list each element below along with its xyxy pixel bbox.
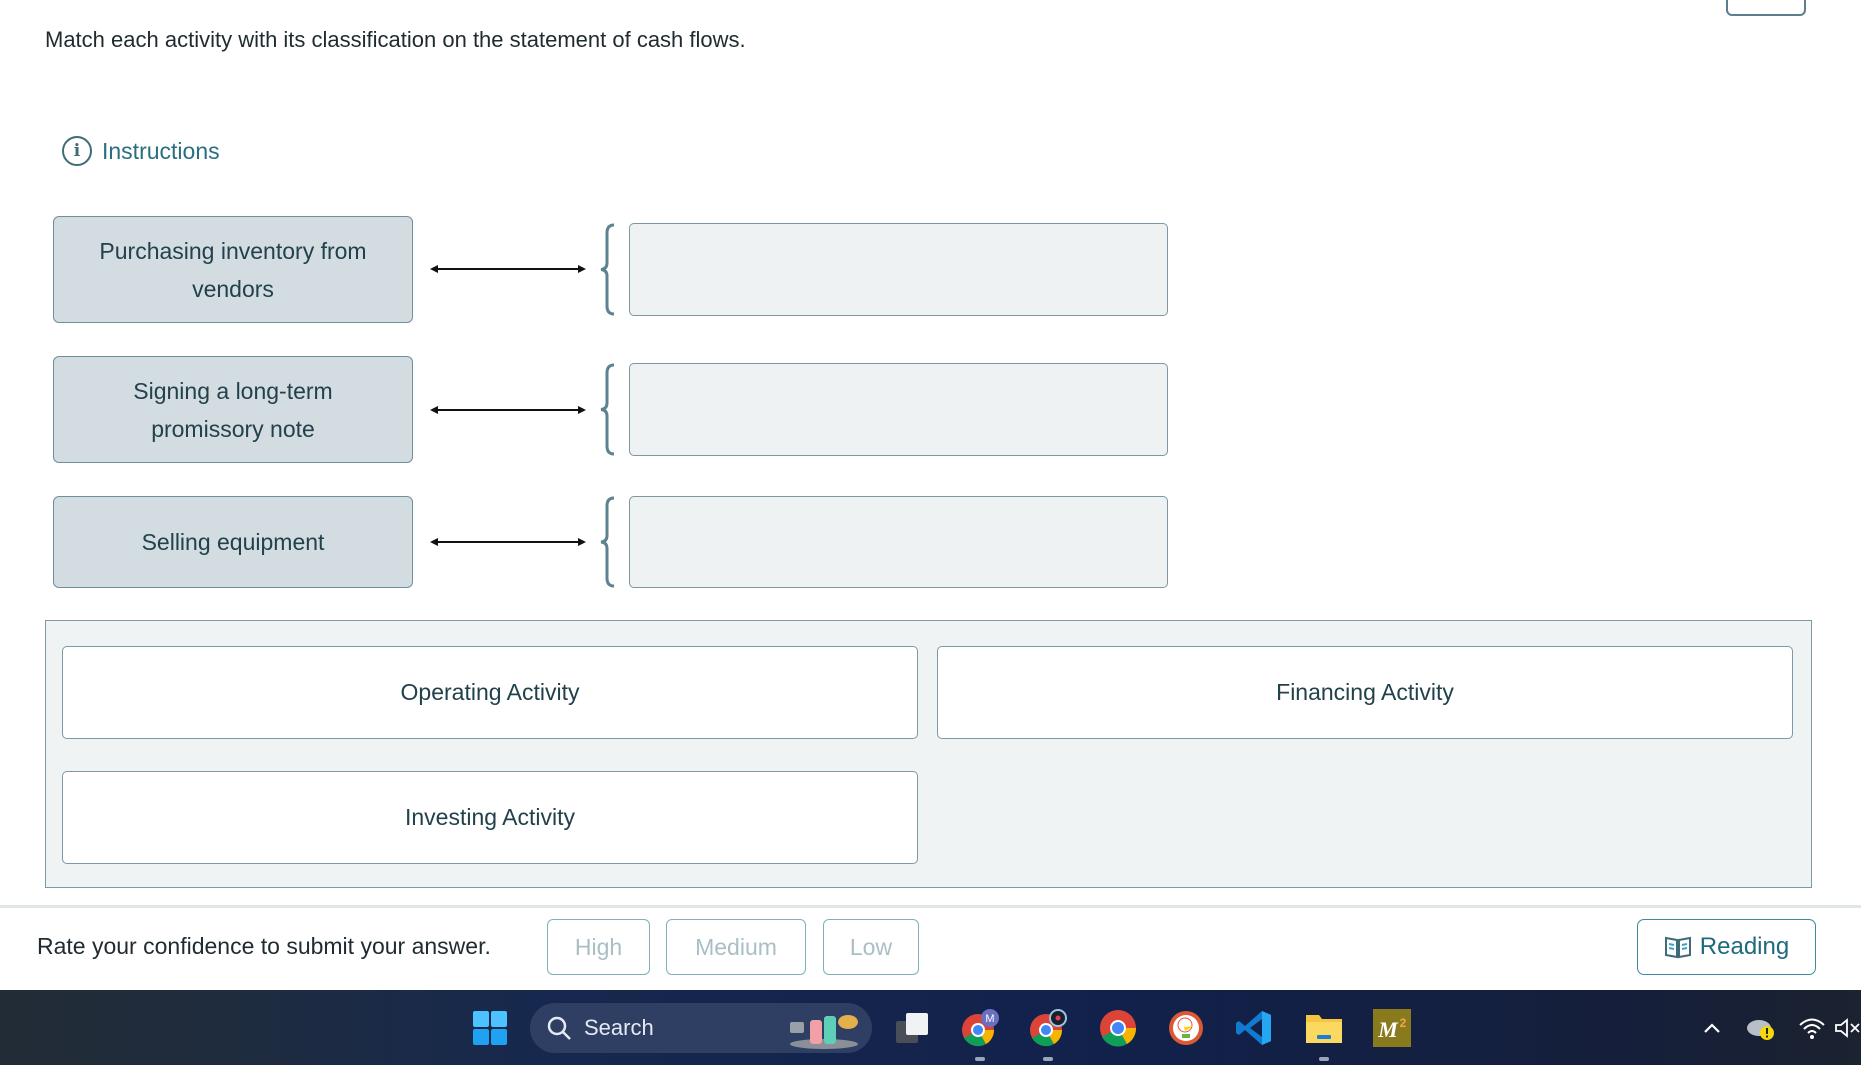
activity-card: Purchasing inventory from vendors [53, 216, 413, 323]
reading-label: Reading [1699, 933, 1790, 960]
double-arrow-icon [430, 406, 586, 414]
taskbar-search[interactable]: Search [530, 1003, 872, 1053]
search-placeholder: Search [584, 1015, 654, 1040]
chrome-icon [1100, 1009, 1137, 1046]
instructions-toggle[interactable]: i Instructions [62, 136, 220, 166]
book-icon [1664, 936, 1691, 959]
tray-wifi[interactable] [1796, 990, 1828, 1065]
choice-operating-activity[interactable]: Operating Activity [62, 646, 918, 739]
drop-target[interactable] [629, 363, 1168, 456]
confidence-medium-button[interactable]: Medium [666, 919, 806, 975]
double-arrow-icon [430, 265, 586, 273]
taskbar-chrome-profile-2[interactable] [1026, 990, 1070, 1065]
m2-app-icon: M 2 [1373, 1008, 1411, 1047]
top-corner-button[interactable] [1726, 0, 1806, 16]
start-button[interactable] [470, 990, 510, 1065]
divider [0, 905, 1861, 908]
taskbar-vscode[interactable] [1232, 990, 1276, 1065]
drop-target[interactable] [629, 496, 1168, 588]
taskbar-file-explorer[interactable] [1302, 990, 1346, 1065]
brace-icon [600, 363, 615, 456]
wifi-icon [1799, 1018, 1825, 1039]
taskbar-chrome-profile-m[interactable]: M [958, 990, 1002, 1065]
taskbar: Search M M 2 [0, 990, 1861, 1065]
search-icon [547, 1016, 571, 1040]
info-icon: i [62, 136, 92, 166]
taskbar-task-view[interactable] [890, 990, 934, 1065]
double-arrow-icon [430, 538, 586, 546]
brace-icon [600, 223, 615, 316]
running-indicator [975, 1057, 985, 1061]
onedrive-warning-icon [1747, 1019, 1774, 1040]
vscode-icon [1236, 1010, 1271, 1045]
svg-text:M: M [1377, 1017, 1399, 1042]
tray-onedrive[interactable] [1744, 990, 1778, 1065]
activity-card: Signing a long-term promissory note [53, 356, 413, 463]
taskbar-duckduckgo[interactable] [1164, 990, 1208, 1065]
duckduckgo-icon [1169, 1010, 1203, 1045]
question-prompt: Match each activity with its classificat… [45, 27, 746, 52]
confidence-low-button[interactable]: Low [823, 919, 919, 975]
drop-target[interactable] [629, 223, 1168, 316]
taskbar-m2-app[interactable]: M 2 [1372, 990, 1412, 1065]
folder-icon [1306, 1014, 1342, 1043]
tray-volume[interactable] [1834, 990, 1861, 1065]
reading-button[interactable]: Reading [1637, 919, 1816, 975]
volume-muted-icon [1835, 1017, 1860, 1038]
instructions-label: Instructions [102, 137, 220, 164]
svg-text:2: 2 [1400, 1016, 1407, 1030]
activity-card: Selling equipment [53, 496, 413, 588]
task-view-icon [896, 1012, 928, 1043]
choice-financing-activity[interactable]: Financing Activity [937, 646, 1793, 739]
chevron-up-icon [1704, 1022, 1720, 1033]
windows-logo-icon [473, 1010, 507, 1045]
tray-overflow-button[interactable] [1697, 990, 1727, 1065]
choice-investing-activity[interactable]: Investing Activity [62, 771, 918, 864]
running-indicator [1319, 1057, 1329, 1061]
chrome-icon [1030, 1008, 1067, 1046]
taskbar-chrome[interactable] [1096, 990, 1140, 1065]
brace-icon [600, 496, 615, 588]
running-indicator [1043, 1057, 1053, 1061]
confidence-prompt: Rate your confidence to submit your answ… [37, 933, 491, 959]
svg-text:M: M [985, 1013, 994, 1025]
chrome-icon: M [962, 1008, 999, 1046]
confidence-high-button[interactable]: High [547, 919, 650, 975]
choice-bank: Operating Activity Financing Activity In… [45, 620, 1812, 888]
travel-widget-icon [790, 1015, 858, 1049]
